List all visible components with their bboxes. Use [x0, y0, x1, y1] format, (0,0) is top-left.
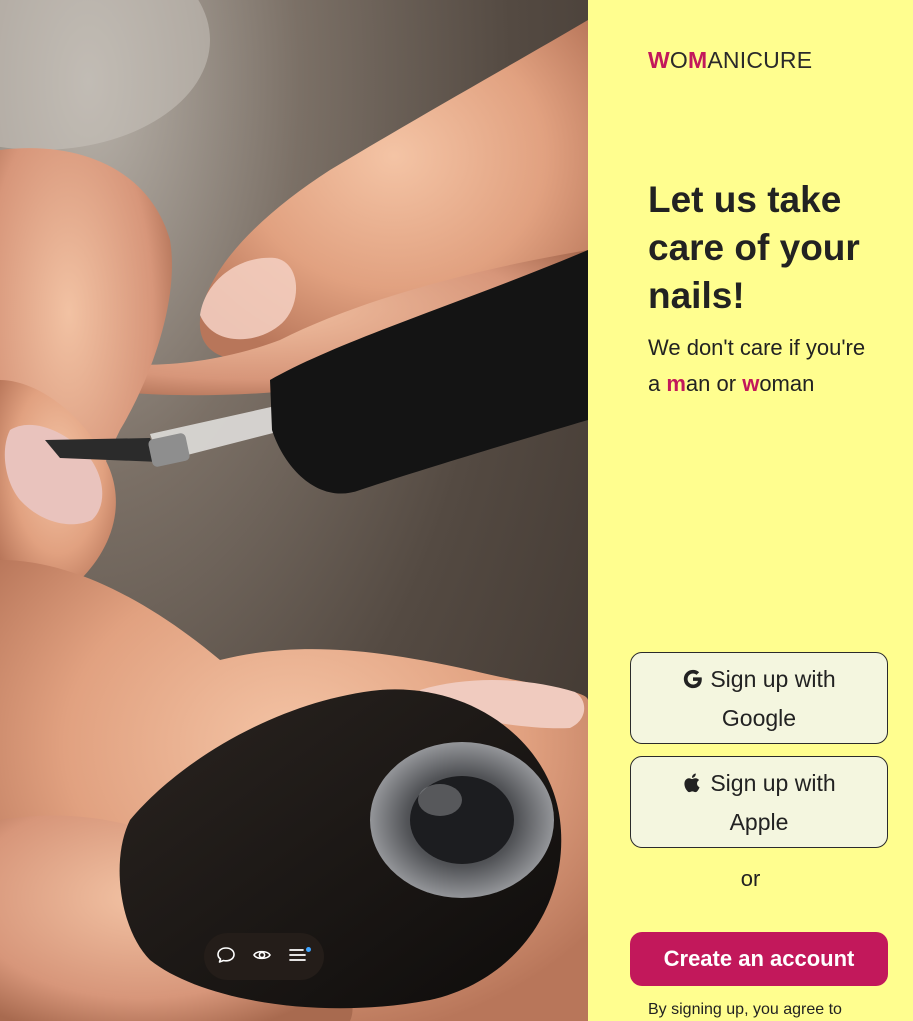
menu-icon[interactable] — [288, 945, 312, 969]
tagline-part-3: oman — [759, 371, 815, 396]
or-divider-text: or — [740, 866, 761, 891]
tagline-highlight-w: w — [742, 371, 760, 396]
logo-rest: ANICURE — [707, 47, 813, 73]
brand-logo[interactable]: WOMANICURE — [648, 47, 812, 74]
terms-notice: By signing up, you agree to — [648, 1001, 842, 1018]
manicure-illustration — [0, 0, 588, 1021]
google-signup-label: Sign up with Google — [710, 665, 836, 731]
google-icon — [682, 664, 704, 700]
apple-signup-label: Sign up with Apple — [710, 769, 836, 835]
apple-icon — [682, 768, 704, 804]
apple-signup-button[interactable]: Sign up with Apple — [630, 756, 888, 848]
eye-icon[interactable] — [252, 945, 276, 969]
tagline: We don't care if you're a man or woman — [648, 330, 868, 402]
logo-letter-o: O — [669, 47, 689, 73]
tagline-highlight-m: m — [666, 371, 686, 396]
create-account-button[interactable]: Create an account — [630, 932, 888, 986]
logo-letter-w: W — [648, 47, 670, 73]
chat-icon[interactable] — [216, 945, 240, 969]
signup-panel: WOMANICURE Let us take care of your nail… — [588, 0, 913, 1021]
hero-photo — [0, 0, 588, 1021]
logo-letter-m: M — [688, 47, 708, 73]
google-signup-button[interactable]: Sign up with Google — [630, 652, 888, 744]
notification-dot — [306, 946, 311, 952]
tagline-part-2: an or — [685, 371, 743, 396]
floating-toolbar — [204, 933, 324, 980]
page-headline: Let us take care of your nails! — [648, 179, 860, 316]
